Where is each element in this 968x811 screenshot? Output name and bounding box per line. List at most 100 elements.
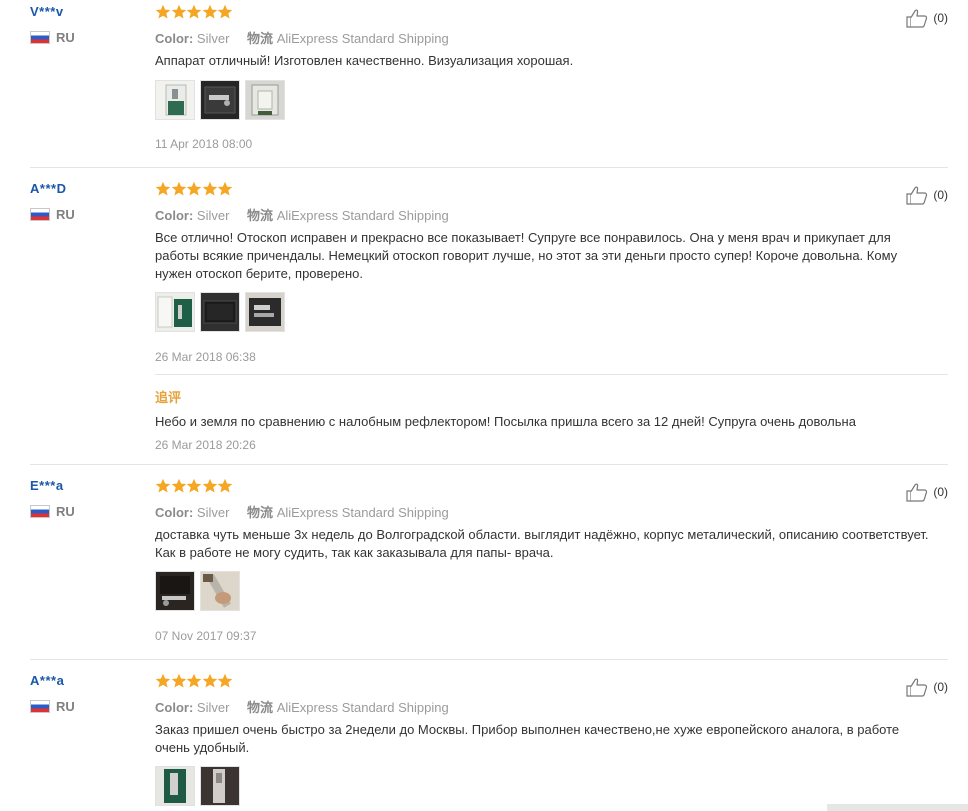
review-photo-thumbnail[interactable] <box>200 571 240 611</box>
color-value: Silver <box>196 700 230 715</box>
thumbs-up-icon[interactable] <box>905 185 929 205</box>
review-text: доставка чуть меньше 3х недель до Волгог… <box>155 527 929 560</box>
star-rating <box>155 478 233 494</box>
shipping-label: 物流 <box>247 208 274 223</box>
shipping-label: 物流 <box>247 31 274 46</box>
review-divider <box>30 659 948 660</box>
review-text: Все отлично! Отоскоп исправен и прекрасн… <box>155 230 898 281</box>
shipping-label: 物流 <box>247 505 274 520</box>
star-rating <box>155 4 233 20</box>
review-photo-thumbnail[interactable] <box>200 766 240 806</box>
color-value: Silver <box>196 505 230 520</box>
country-code: RU <box>56 699 75 714</box>
shipping-value: AliExpress Standard Shipping <box>276 31 449 46</box>
reviewer-name[interactable]: E***a <box>30 478 64 493</box>
star-icon <box>186 478 202 494</box>
star-icon <box>217 673 233 689</box>
helpful-vote[interactable]: (0) <box>905 482 948 502</box>
country-code: RU <box>56 30 75 45</box>
review-photo-thumbnail[interactable] <box>155 292 195 332</box>
shipping-value: AliExpress Standard Shipping <box>276 505 449 520</box>
country-code: RU <box>56 207 75 222</box>
star-icon <box>186 181 202 197</box>
color-label: Color: <box>155 208 194 223</box>
thumbs-up-icon[interactable] <box>905 482 929 502</box>
star-icon <box>202 478 218 494</box>
reviewer-name[interactable]: V***v <box>30 4 64 19</box>
review-photo-thumbnail[interactable] <box>200 80 240 120</box>
star-icon <box>202 673 218 689</box>
color-value: Silver <box>196 31 230 46</box>
russia-flag-icon <box>30 31 50 44</box>
review-item: E***a RU Color: Silver 物流 AliExpress Sta… <box>30 478 948 659</box>
reviewer-name[interactable]: A***D <box>30 181 66 196</box>
review-photos <box>155 80 290 122</box>
review-item: A***a RU Color: Silver 物流 AliExpress Sta… <box>30 673 948 811</box>
reviewer-name[interactable]: A***a <box>30 673 64 688</box>
review-photo-thumbnail[interactable] <box>155 571 195 611</box>
country-code: RU <box>56 504 75 519</box>
review-photos <box>155 571 245 613</box>
order-info: Color: Silver 物流 AliExpress Standard Shi… <box>155 502 449 521</box>
star-icon <box>155 181 171 197</box>
color-value: Silver <box>196 208 230 223</box>
review-photo-thumbnail[interactable] <box>155 80 195 120</box>
star-icon <box>155 478 171 494</box>
star-icon <box>202 181 218 197</box>
shipping-value: AliExpress Standard Shipping <box>276 208 449 223</box>
review-photo-thumbnail[interactable] <box>155 766 195 806</box>
review-photo-thumbnail[interactable] <box>200 292 240 332</box>
review-item: A***D RU Color: Silver 物流 AliExpress Sta… <box>30 181 948 464</box>
order-info: Color: Silver 物流 AliExpress Standard Shi… <box>155 28 449 47</box>
star-icon <box>186 4 202 20</box>
followup-date: 26 Mar 2018 20:26 <box>155 438 256 452</box>
russia-flag-icon <box>30 208 50 221</box>
helpful-vote[interactable]: (0) <box>905 677 948 697</box>
star-icon <box>217 181 233 197</box>
order-info: Color: Silver 物流 AliExpress Standard Shi… <box>155 205 449 224</box>
review-item: V***v RU Color: Silver 物流 AliExpress Sta… <box>30 4 948 167</box>
star-icon <box>171 181 187 197</box>
star-icon <box>155 4 171 20</box>
shipping-label: 物流 <box>247 700 274 715</box>
review-date: 11 Apr 2018 08:00 <box>155 137 253 151</box>
thumbs-up-icon[interactable] <box>905 8 929 28</box>
helpful-count: (0) <box>933 485 948 499</box>
star-rating <box>155 673 233 689</box>
helpful-vote[interactable]: (0) <box>905 185 948 205</box>
review-divider <box>30 464 948 465</box>
review-date: 07 Nov 2017 09:37 <box>155 629 257 643</box>
star-icon <box>171 4 187 20</box>
helpful-count: (0) <box>933 680 948 694</box>
star-icon <box>155 673 171 689</box>
russia-flag-icon <box>30 700 50 713</box>
review-photos <box>155 766 245 808</box>
star-icon <box>217 478 233 494</box>
horizontal-scrollbar[interactable] <box>827 804 968 811</box>
followup-text: Небо и земля по сравнению с налобным реф… <box>155 414 856 429</box>
thumbs-up-icon[interactable] <box>905 677 929 697</box>
star-icon <box>186 673 202 689</box>
star-rating <box>155 181 233 197</box>
helpful-vote[interactable]: (0) <box>905 8 948 28</box>
star-icon <box>202 4 218 20</box>
review-divider <box>30 167 948 168</box>
star-icon <box>217 4 233 20</box>
russia-flag-icon <box>30 505 50 518</box>
review-photo-thumbnail[interactable] <box>245 80 285 120</box>
color-label: Color: <box>155 505 194 520</box>
review-text: Заказ пришел очень быстро за 2недели до … <box>155 722 900 755</box>
review-text: Аппарат отличный! Изготовлен качественно… <box>155 53 574 68</box>
helpful-count: (0) <box>933 11 948 25</box>
order-info: Color: Silver 物流 AliExpress Standard Shi… <box>155 697 449 716</box>
review-photos <box>155 292 290 334</box>
review-date: 26 Mar 2018 06:38 <box>155 350 256 364</box>
helpful-count: (0) <box>933 188 948 202</box>
star-icon <box>171 478 187 494</box>
color-label: Color: <box>155 700 194 715</box>
followup-label: 追评 <box>155 390 182 405</box>
review-photo-thumbnail[interactable] <box>245 292 285 332</box>
followup-divider <box>155 374 948 375</box>
color-label: Color: <box>155 31 194 46</box>
shipping-value: AliExpress Standard Shipping <box>276 700 449 715</box>
